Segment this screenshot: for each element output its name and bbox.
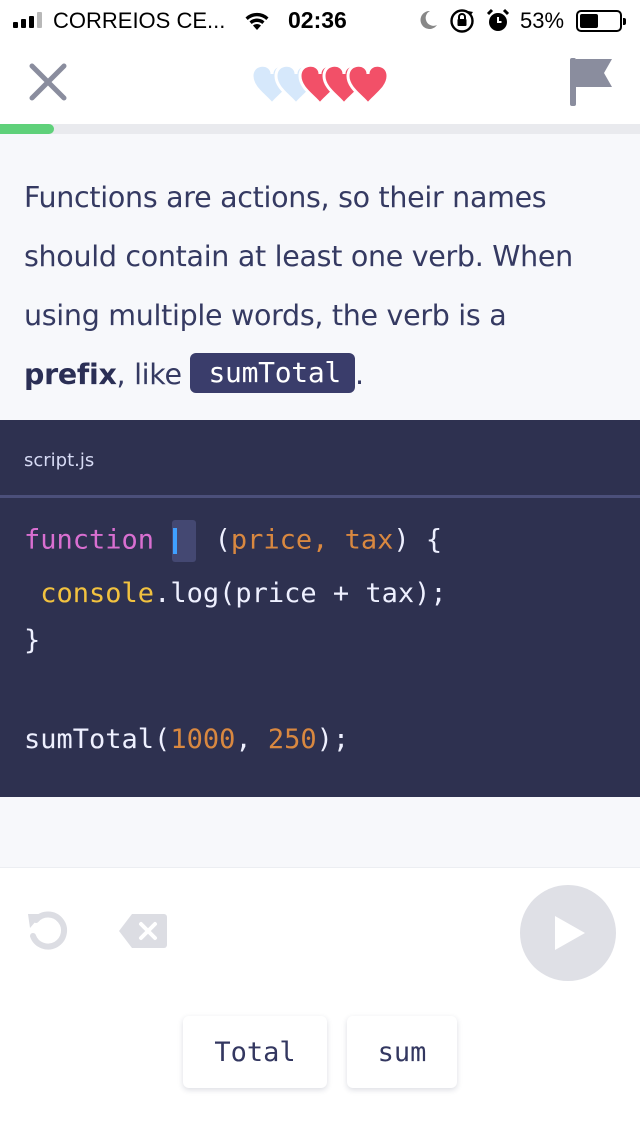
code-text: .log(price + tax); [154,578,447,609]
close-icon [29,63,67,101]
backspace-icon [119,914,167,948]
code-block: function (price, tax) { console.log(pric… [24,520,447,755]
spacer [0,797,640,867]
code-punct: , [312,524,345,556]
signal-icon [13,12,42,28]
answer-controls: Total sum [0,867,640,1136]
clock: 02:36 [288,7,347,33]
keyword-function: function [24,524,155,556]
answer-chip-total[interactable]: Total [183,1016,327,1088]
param-tax: tax [344,524,394,556]
code-line-2: console.log(price + tax); [24,574,447,614]
code-editor: script.js function (price, tax) { consol… [0,420,640,797]
text-caret [173,528,178,554]
file-name: script.js [24,450,95,471]
inline-code-example: sumTotal [190,353,355,393]
code-line-5: sumTotal(1000, 250); [24,720,349,760]
code-punct: ); [316,724,350,755]
status-bar: CORREIOS CE... 02:36 53% [0,0,640,42]
instruction-text: Functions are actions, so their names sh… [24,168,616,404]
code-line-3: } [24,625,41,656]
instruction-text-part: Functions are actions, so their names sh… [24,181,573,332]
console-object: console [40,578,155,609]
instruction-bold-term: prefix [24,358,117,391]
undo-icon [28,911,68,950]
lesson-progress-fill [0,124,55,134]
battery-percent: 53% [520,8,565,33]
carrier-name: CORREIOS CE... [53,8,226,33]
close-button[interactable] [26,60,70,104]
run-button[interactable] [520,885,616,981]
code-punct: ( [198,524,231,556]
code-text: sumTotal( [24,724,171,755]
undo-button[interactable] [26,908,72,954]
code-punct: ) { [393,524,443,556]
report-flag-button[interactable] [568,56,614,108]
lesson-progress-bar [0,124,640,134]
number-literal: 1000 [170,724,236,755]
battery-icon [576,10,626,32]
file-tab: script.js [0,420,640,498]
alarm-icon [486,8,510,31]
number-literal: 250 [267,724,317,755]
lesson-header [0,42,640,124]
code-punct: , [235,724,268,755]
heart-filled-icon [346,63,390,107]
flag-icon [570,58,612,106]
param-price: price [230,524,313,556]
lives-hearts [250,63,390,107]
instruction-panel: Functions are actions, so their names sh… [0,134,640,420]
wifi-icon [245,12,269,30]
play-icon [555,916,585,950]
instruction-text-part: , like [116,358,191,391]
answer-chip-sum[interactable]: sum [347,1016,457,1088]
code-line-1: function (price, tax) { [24,520,443,562]
function-name-blank-slot[interactable] [172,520,197,562]
instruction-text-part: . [354,358,364,391]
delete-button[interactable] [118,912,168,950]
moon-icon [420,10,437,29]
rotation-lock-icon [450,9,474,33]
